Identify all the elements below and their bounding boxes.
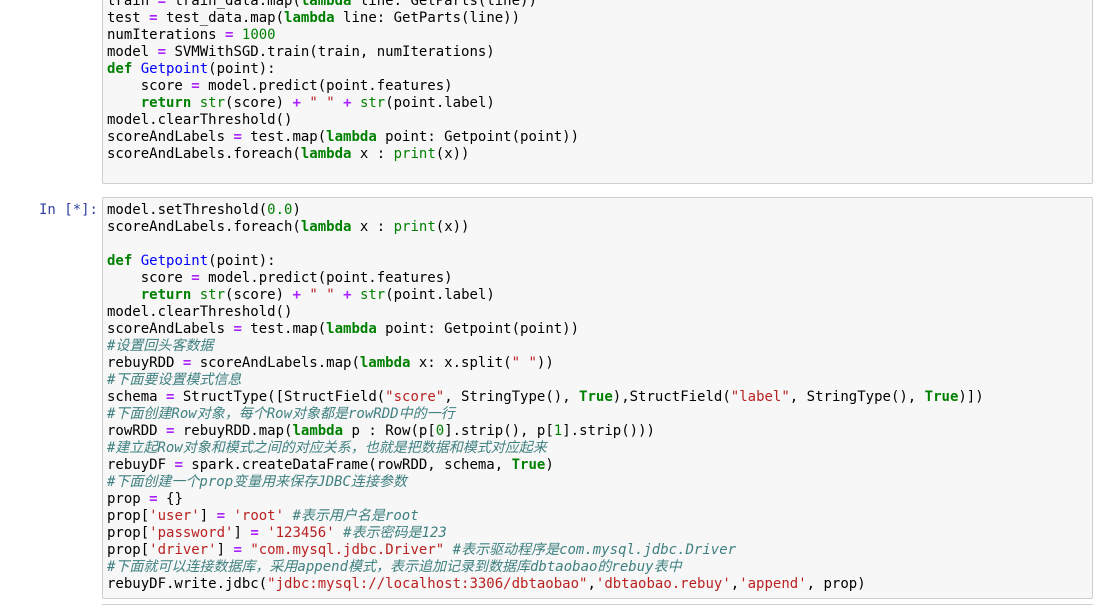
code-cell-2-line[interactable]: ​ [107,236,1092,253]
code-cell-1-line[interactable]: numIterations = 1000 [107,27,1092,44]
code-cell-1-editor[interactable]: train = train_data.map(lambda line: GetP… [102,0,1093,184]
code-cell-2-line[interactable]: prop['password'] = '123456' #表示密码是123 [107,525,1092,542]
code-cell-2-line[interactable]: rebuyDF.write.jdbc("jdbc:mysql://localho… [107,576,1092,593]
code-cell-2-line[interactable]: return str(score) + " " + str(point.labe… [107,287,1092,304]
code-cell-2-line[interactable]: #下面创建Row对象，每个Row对象都是rowRDD中的一行 [107,406,1092,423]
code-cell-2-line[interactable]: prop['driver'] = "com.mysql.jdbc.Driver"… [107,542,1092,559]
cell-prompt: In [*]: [38,202,98,218]
code-cell-1-line[interactable]: scoreAndLabels.foreach(lambda x : print(… [107,146,1092,163]
code-cell-1-line[interactable]: def Getpoint(point): [107,61,1092,78]
code-cell-2-line[interactable]: scoreAndLabels.foreach(lambda x : print(… [107,219,1092,236]
code-cell-1-line[interactable]: model = SVMWithSGD.train(train, numItera… [107,44,1092,61]
code-cell-2-line[interactable]: prop = {} [107,491,1092,508]
code-cell-1-line[interactable]: test = test_data.map(lambda line: GetPar… [107,10,1092,27]
code-cell-2-line[interactable]: prop['user'] = 'root' #表示用户名是root [107,508,1092,525]
code-cell-2-line[interactable]: scoreAndLabels = test.map(lambda point: … [107,321,1092,338]
code-cell-2-line[interactable]: model.setThreshold(0.0) [107,202,1092,219]
code-cell-2-line[interactable]: #建立起Row对象和模式之间的对应关系，也就是把数据和模式对应起来 [107,440,1092,457]
code-cell-2-line[interactable]: #下面创建一个prop变量用来保存JDBC连接参数 [107,474,1092,491]
code-cell-2-line[interactable]: #下面就可以连接数据库，采用append模式，表示追加记录到数据库dbtaoba… [107,559,1092,576]
code-cell-2-line[interactable]: rebuyDF = spark.createDataFrame(rowRDD, … [107,457,1092,474]
code-cell-2-line[interactable]: model.clearThreshold() [107,304,1092,321]
code-cell-2-line[interactable]: score = model.predict(point.features) [107,270,1092,287]
code-cell-2-editor[interactable]: model.setThreshold(0.0) scoreAndLabels.fo… [102,197,1093,599]
code-cell-1-line[interactable]: scoreAndLabels = test.map(lambda point: … [107,129,1092,146]
code-cell-1-line[interactable]: return str(score) + " " + str(point.labe… [107,95,1092,112]
code-cell-1-line[interactable]: train = train_data.map(lambda line: GetP… [107,0,1092,10]
code-cell-2-source[interactable]: model.setThreshold(0.0) scoreAndLabels.fo… [103,198,1092,593]
next-cell-edge [102,604,1093,612]
notebook: train = train_data.map(lambda line: GetP… [0,0,1101,612]
code-cell-2-line[interactable]: #设置回头客数据 [107,338,1092,355]
code-cell-2-line[interactable]: rebuyRDD = scoreAndLabels.map(lambda x: … [107,355,1092,372]
code-cell-1-source[interactable]: train = train_data.map(lambda line: GetP… [103,0,1092,163]
code-cell-2-line[interactable]: def Getpoint(point): [107,253,1092,270]
code-cell-2-line[interactable]: rowRDD = rebuyRDD.map(lambda p : Row(p[0… [107,423,1092,440]
code-cell-2-line[interactable]: #下面要设置模式信息 [107,372,1092,389]
code-cell-1-line[interactable]: model.clearThreshold() [107,112,1092,129]
code-cell-2-line[interactable]: schema = StructType([StructField("score"… [107,389,1092,406]
code-cell-1-line[interactable]: score = model.predict(point.features) [107,78,1092,95]
